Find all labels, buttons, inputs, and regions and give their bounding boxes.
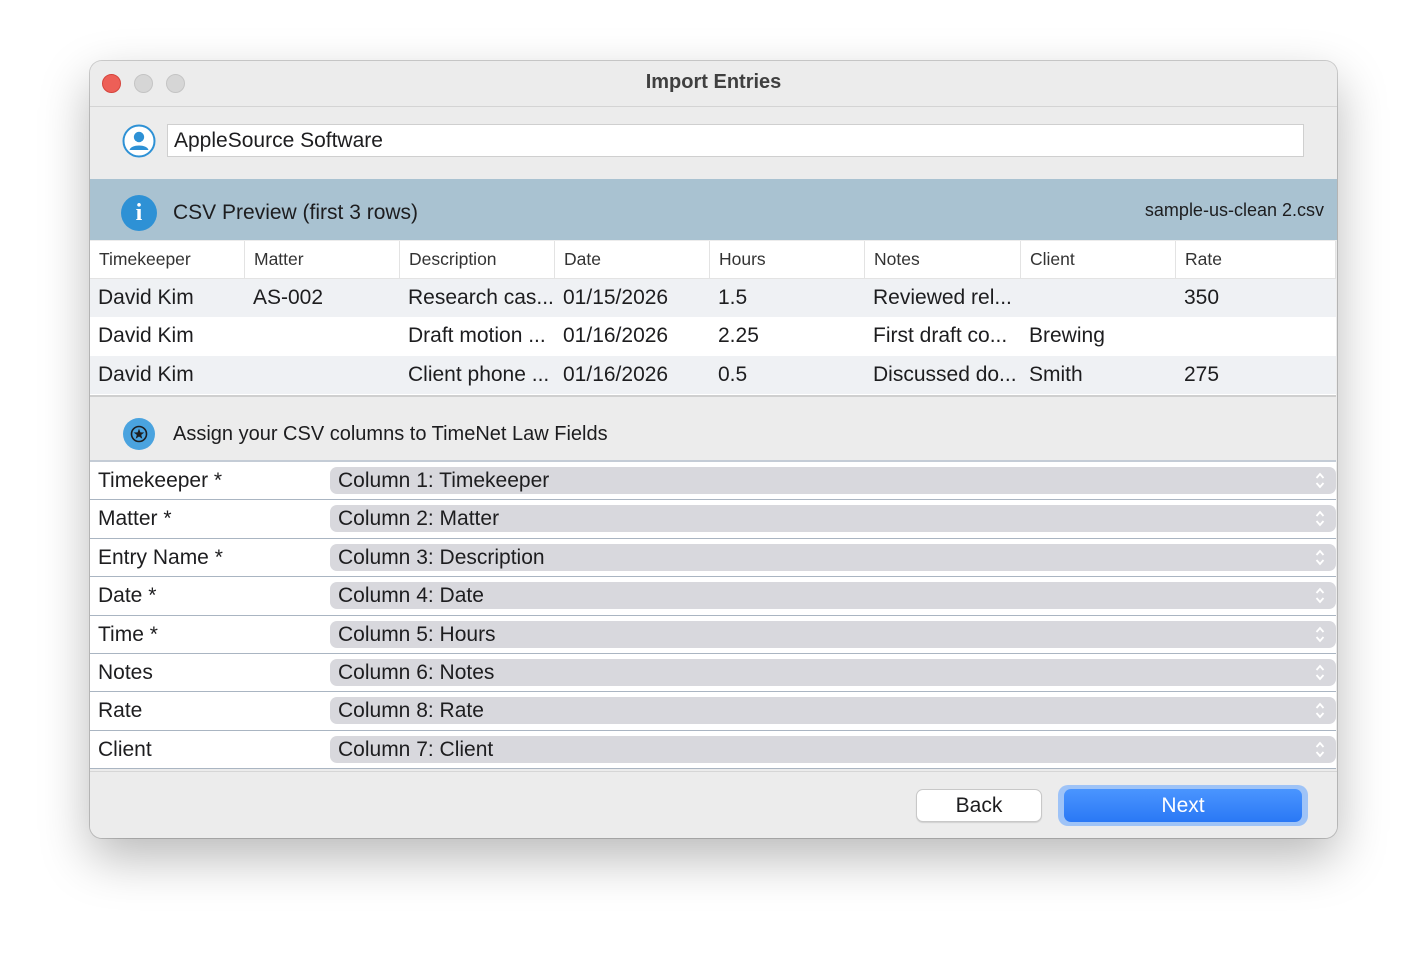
select-value: Column 7: Client: [338, 737, 494, 761]
dialog-footer: Back Next: [90, 771, 1337, 838]
csv-preview-title: CSV Preview (first 3 rows): [173, 201, 419, 224]
person-icon: [122, 124, 156, 158]
csv-filename: sample-us-clean 2.csv: [1144, 200, 1324, 220]
table-cell: [1176, 317, 1336, 355]
table-cell: Smith: [1029, 363, 1083, 386]
mapping-row-matter: Matter * Column 2: Matter: [90, 500, 1336, 539]
mapping-row-notes: Notes Column 6: Notes: [90, 654, 1336, 693]
table-cell: Client phone ...: [408, 363, 550, 386]
chevron-up-down-icon: [1315, 626, 1325, 642]
table-cell: Research cas...: [408, 286, 554, 309]
mapping-row-rate: Rate Column 8: Rate: [90, 692, 1336, 731]
next-button[interactable]: Next: [1064, 789, 1302, 822]
field-label: Notes: [98, 661, 153, 684]
table-cell: 350: [1184, 286, 1220, 309]
assign-columns-title: Assign your CSV columns to TimeNet Law F…: [173, 423, 608, 445]
back-button[interactable]: Back: [916, 789, 1042, 822]
table-cell: 01/15/2026: [563, 286, 669, 309]
info-icon: i: [121, 195, 157, 231]
table-cell: [245, 317, 400, 355]
star-icon: [123, 418, 155, 450]
field-label: Date *: [98, 584, 157, 608]
notes-column-select[interactable]: Column 6: Notes: [330, 659, 1336, 686]
select-value: Column 3: Description: [338, 545, 545, 569]
field-label: Client: [98, 737, 152, 761]
column-header-matter[interactable]: Matter: [245, 241, 400, 278]
chevron-up-down-icon: [1315, 472, 1325, 489]
chevron-up-down-icon: [1315, 741, 1325, 758]
table-cell: David Kim: [98, 363, 194, 386]
chevron-up-down-icon: [1315, 587, 1325, 604]
mapping-row-time: Time * Column 5: Hours: [90, 615, 1336, 654]
table-cell: 2.25: [718, 324, 759, 347]
table-cell: 1.5: [718, 286, 748, 309]
table-cell: David Kim: [98, 324, 194, 347]
field-label: Matter *: [98, 507, 172, 531]
column-header-description[interactable]: Description: [400, 241, 555, 278]
table-cell: 01/16/2026: [563, 324, 669, 347]
column-header-client[interactable]: Client: [1021, 241, 1176, 278]
table-cell: 275: [1184, 363, 1220, 386]
mapping-row-date: Date * Column 4: Date: [90, 577, 1336, 616]
entry-name-column-select[interactable]: Column 3: Description: [330, 543, 1336, 571]
column-header-timekeeper[interactable]: Timekeeper: [90, 241, 245, 278]
table-cell: [1021, 279, 1176, 317]
select-value: Column 4: Date: [338, 584, 484, 608]
column-header-hours[interactable]: Hours: [710, 241, 865, 278]
client-column-select[interactable]: Column 7: Client: [330, 735, 1336, 763]
table-cell: 01/16/2026: [563, 363, 669, 386]
client-name-input[interactable]: [167, 124, 1304, 157]
chevron-up-down-icon: [1315, 511, 1325, 527]
table-cell: AS-002: [253, 286, 324, 309]
table-cell: Discussed do...: [873, 363, 1017, 386]
time-column-select[interactable]: Column 5: Hours: [330, 620, 1336, 648]
column-header-date[interactable]: Date: [555, 241, 710, 278]
table-cell: Brewing: [1029, 324, 1105, 347]
column-header-notes[interactable]: Notes: [865, 241, 1021, 278]
column-header-rate[interactable]: Rate: [1176, 241, 1336, 278]
table-cell: First draft co...: [873, 324, 1008, 347]
table-row[interactable]: David Kim Client phone ... 01/16/2026 0.…: [90, 356, 1336, 394]
field-label: Time *: [98, 622, 158, 646]
select-value: Column 5: Hours: [338, 622, 496, 646]
mapping-row-entry-name: Entry Name * Column 3: Description: [90, 538, 1336, 578]
field-label: Rate: [98, 699, 143, 723]
field-label: Timekeeper *: [98, 469, 223, 492]
table-cell: David Kim: [98, 286, 194, 309]
table-row[interactable]: David Kim Draft motion ... 01/16/2026 2.…: [90, 317, 1336, 355]
table-cell: [245, 356, 400, 394]
mapping-row-timekeeper: Timekeeper * Column 1: Timekeeper: [90, 462, 1336, 501]
field-mapping-list: Timekeeper * Column 1: Timekeeper Matter…: [90, 460, 1336, 770]
timekeeper-column-select[interactable]: Column 1: Timekeeper: [330, 467, 1336, 494]
chevron-up-down-icon: [1315, 549, 1325, 566]
table-header-row: Timekeeper Matter Description Date Hours…: [90, 241, 1336, 279]
assign-columns-header: Assign your CSV columns to TimeNet Law F…: [90, 399, 1337, 461]
table-cell: Draft motion ...: [408, 324, 546, 347]
import-entries-window: Import Entries i CSV Preview (first 3 ro…: [90, 61, 1337, 838]
select-value: Column 1: Timekeeper: [338, 469, 550, 492]
field-label: Entry Name *: [98, 545, 223, 569]
select-value: Column 8: Rate: [338, 699, 484, 723]
chevron-up-down-icon: [1315, 703, 1325, 719]
client-row: [90, 107, 1337, 178]
csv-preview-header: i CSV Preview (first 3 rows) sample-us-c…: [90, 179, 1337, 240]
select-value: Column 2: Matter: [338, 507, 500, 531]
table-cell: Reviewed rel...: [873, 286, 1012, 309]
table-row[interactable]: David Kim AS-002 Research cas... 01/15/2…: [90, 279, 1336, 317]
matter-column-select[interactable]: Column 2: Matter: [330, 505, 1336, 533]
csv-preview-table[interactable]: Timekeeper Matter Description Date Hours…: [90, 241, 1336, 397]
window-title: Import Entries: [645, 71, 782, 93]
select-value: Column 6: Notes: [338, 661, 495, 684]
date-column-select[interactable]: Column 4: Date: [330, 582, 1336, 610]
title-bar: Import Entries: [90, 61, 1337, 107]
mapping-row-client: Client Column 7: Client: [90, 730, 1336, 770]
table-cell: 0.5: [718, 363, 748, 386]
rate-column-select[interactable]: Column 8: Rate: [330, 697, 1336, 725]
chevron-up-down-icon: [1315, 664, 1325, 681]
